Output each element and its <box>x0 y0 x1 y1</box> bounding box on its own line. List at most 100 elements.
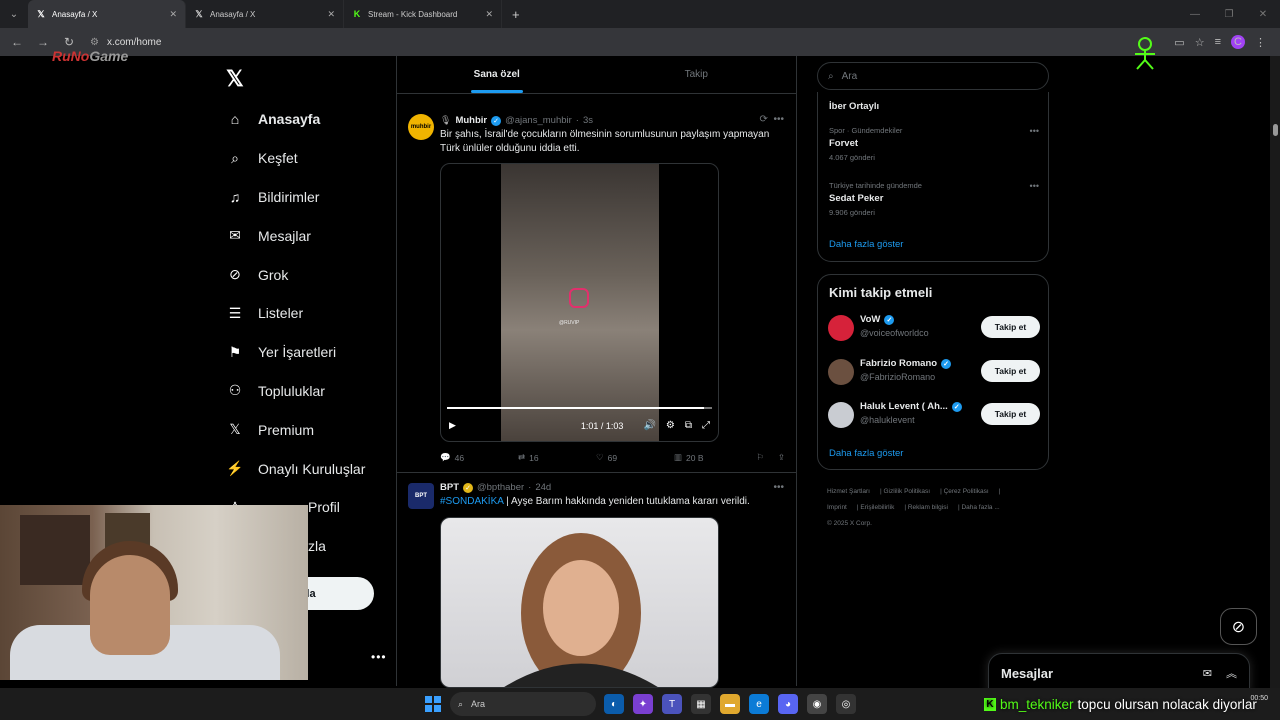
tab-for-you[interactable]: Sana özel <box>397 56 597 93</box>
tab-2[interactable]: 𝕏 Anasayfa / X ✕ <box>186 0 344 28</box>
views-button[interactable]: ▥ 20 B <box>674 452 752 463</box>
tab-1[interactable]: 𝕏 Anasayfa / X ✕ <box>28 0 186 28</box>
nav-item-9[interactable]: ⚡ Onaylı Kuruluşlar <box>226 449 396 488</box>
trend-item[interactable]: Türkiye tarihinde gündemde Sedat Peker 9… <box>829 181 1039 217</box>
forward-button[interactable]: → <box>32 31 54 53</box>
volume-icon[interactable]: 🔊 <box>643 420 655 431</box>
repost-button[interactable]: ⇄ 16 <box>518 452 596 463</box>
close-window-button[interactable]: ✕ <box>1246 9 1280 20</box>
tab-following[interactable]: Takip <box>597 56 797 93</box>
profile-avatar[interactable]: C <box>1231 35 1245 49</box>
tab-3[interactable]: K Stream - Kick Dashboard ✕ <box>344 0 502 28</box>
play-icon[interactable]: ▶ <box>449 420 456 431</box>
copilot-icon[interactable]: ✦ <box>633 694 653 714</box>
scrollbar[interactable] <box>1270 56 1280 688</box>
nav-item-3[interactable]: ✉ Mesajlar <box>226 216 396 255</box>
follow-suggestion[interactable]: VoW ✓ @voiceofworldco Takip et <box>828 313 1040 343</box>
install-app-icon[interactable]: ▭ <box>1174 36 1184 49</box>
tweet[interactable]: muhbir 🎙 Muhbir ✓ @ajans_muhbir · 3s ⟳ •… <box>397 105 796 473</box>
video-progress[interactable] <box>447 407 712 409</box>
avatar[interactable]: BPT <box>408 483 434 509</box>
folder-icon[interactable]: ▬ <box>720 694 740 714</box>
follow-button[interactable]: Takip et <box>981 360 1040 382</box>
settings-icon[interactable]: ⚙ <box>666 420 675 431</box>
new-message-icon[interactable]: ✉ <box>1203 667 1212 680</box>
chrome-icon[interactable]: ◉ <box>807 694 827 714</box>
video-player[interactable]: @RUVIP ▶ 1:01 / 1:03 🔊 ⚙ ⧉ ⤢ <box>440 163 719 442</box>
windows-start-icon[interactable] <box>425 696 441 712</box>
pip-icon[interactable]: ⧉ <box>685 420 692 431</box>
footer-link[interactable]: Imprint <box>827 504 847 511</box>
x-logo-icon[interactable]: 𝕏 <box>226 66 244 92</box>
author-name[interactable]: Muhbir <box>455 115 487 126</box>
menu-icon[interactable]: ⋮ <box>1255 36 1266 49</box>
url-field[interactable]: ⚙ x.com/home <box>84 31 1170 53</box>
follow-button[interactable]: Takip et <box>981 316 1040 338</box>
new-tab-button[interactable]: + <box>502 7 530 22</box>
account-more-icon[interactable]: ••• <box>371 650 387 664</box>
reply-button[interactable]: 💬 46 <box>440 452 518 463</box>
scrollbar-thumb[interactable] <box>1273 124 1278 136</box>
fullscreen-icon[interactable]: ⤢ <box>702 420 710 431</box>
more-icon[interactable]: ••• <box>1030 126 1039 136</box>
nav-item-6[interactable]: ⚑ Yer İşaretleri <box>226 333 396 372</box>
footer-link[interactable]: Reklam bilgisi <box>908 504 948 511</box>
author-handle[interactable]: @ajans_muhbir <box>505 115 572 126</box>
show-more-link[interactable]: Daha fazla göster <box>829 239 903 250</box>
avatar[interactable] <box>828 359 854 385</box>
like-button[interactable]: ♡ 69 <box>596 452 674 463</box>
taskbar-search[interactable]: ⌕ Ara <box>450 692 596 716</box>
nav-item-0[interactable]: ⌂ Anasayfa <box>226 100 396 139</box>
nav-item-7[interactable]: ⚇ Topluluklar <box>226 372 396 411</box>
edge-browser-icon[interactable]: e <box>749 694 769 714</box>
author-name[interactable]: BPT <box>440 482 459 493</box>
follow-suggestion[interactable]: Fabrizio Romano ✓ @FabrizioRomano Takip e… <box>828 357 1040 387</box>
close-icon[interactable]: ✕ <box>485 9 493 20</box>
tweet-photo[interactable] <box>440 517 719 688</box>
share-icon[interactable]: ⇪ <box>778 452 785 463</box>
expand-icon[interactable]: ︽ <box>1226 665 1237 681</box>
edge-icon[interactable]: ◐ <box>604 694 624 714</box>
follow-button[interactable]: Takip et <box>981 403 1040 425</box>
site-info-icon[interactable]: ⚙ <box>90 37 99 48</box>
trend-item[interactable]: İber Ortaylı <box>829 98 1039 112</box>
footer-link[interactable]: Erişilebilirlik <box>860 504 894 511</box>
search-input[interactable]: ⌕ Ara <box>817 62 1049 90</box>
show-more-link[interactable]: Daha fazla göster <box>829 448 903 459</box>
avatar[interactable] <box>828 315 854 341</box>
tab-search-button[interactable]: ⌄ <box>0 0 28 28</box>
minimize-button[interactable]: — <box>1178 9 1212 20</box>
trend-item[interactable]: Spor · Gündemdekiler Forvet 4.067 gönder… <box>829 126 1039 162</box>
tweet-time[interactable]: 24d <box>535 482 551 493</box>
maximize-button[interactable]: ❐ <box>1212 9 1246 20</box>
avatar[interactable]: muhbir <box>408 114 434 140</box>
author-handle[interactable]: @bpthaber <box>477 482 524 493</box>
avatar[interactable] <box>828 402 854 428</box>
footer-link[interactable]: Çerez Politikası <box>944 488 989 495</box>
store-icon[interactable]: ▦ <box>691 694 711 714</box>
nav-item-5[interactable]: ☰ Listeler <box>226 294 396 333</box>
hashtag-link[interactable]: #SONDAKİKA <box>440 496 503 507</box>
bookmark-icon[interactable]: ⚐ <box>756 452 764 463</box>
grok-button[interactable]: ⊘ <box>1220 608 1257 645</box>
nav-item-4[interactable]: ⊘ Grok <box>226 255 396 294</box>
tweet[interactable]: BPT BPT ✓ @bpthaber · 24d ••• #SONDAKİKA… <box>397 474 796 688</box>
close-icon[interactable]: ✕ <box>327 9 335 20</box>
bookmark-star-icon[interactable]: ☆ <box>1195 36 1205 49</box>
nav-item-8[interactable]: 𝕏 Premium <box>226 410 396 449</box>
messages-drawer[interactable]: Mesajlar ✉ ︽ <box>988 653 1250 693</box>
obs-icon[interactable]: ◎ <box>836 694 856 714</box>
tweet-time[interactable]: 3s <box>583 115 593 126</box>
discord-icon[interactable]: ◕ <box>778 694 798 714</box>
media-icon[interactable]: ≡ <box>1215 36 1221 48</box>
more-icon[interactable]: ⟳ ••• <box>760 114 784 125</box>
more-icon[interactable]: ••• <box>1030 181 1039 191</box>
more-icon[interactable]: ••• <box>773 482 784 493</box>
follow-suggestion[interactable]: Haluk Levent ( Ah... ✓ @haluklevent Takip… <box>828 400 1040 430</box>
nav-item-2[interactable]: ♫ Bildirimler <box>226 178 396 217</box>
footer-link[interactable]: Hizmet Şartları <box>827 488 870 495</box>
teams-icon[interactable]: T <box>662 694 682 714</box>
nav-item-1[interactable]: ⌕ Keşfet <box>226 139 396 178</box>
footer-link[interactable]: Daha fazla ... <box>961 504 999 511</box>
back-button[interactable]: ← <box>6 31 28 53</box>
